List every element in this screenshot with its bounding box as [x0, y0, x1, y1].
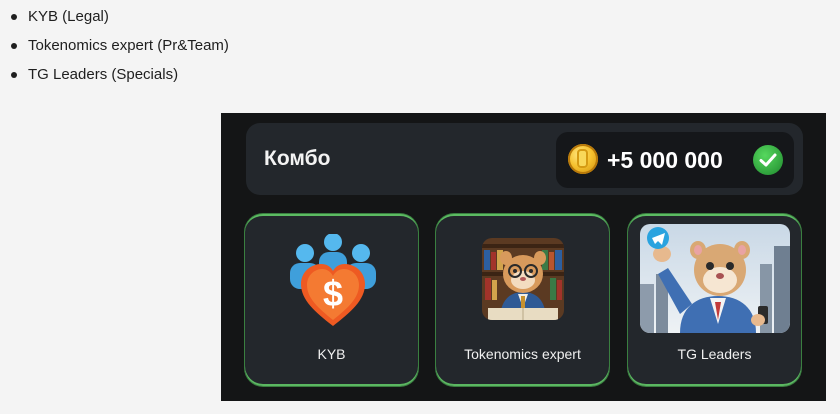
coin-icon: [568, 144, 598, 174]
list-item: KYB (Legal): [10, 6, 229, 35]
hamster-businessman-image: [640, 224, 790, 333]
combo-card-tg-leaders[interactable]: TG Leaders: [628, 214, 801, 386]
combo-card-kyb[interactable]: $ KYB: [245, 214, 418, 386]
combo-card-list: KYB (Legal) Tokenomics expert (Pr&Team) …: [10, 6, 229, 93]
people-dollar-heart-icon: $: [285, 233, 381, 328]
hamster-scholar-image: [482, 238, 564, 320]
card-label: TG Leaders: [677, 346, 752, 362]
check-icon: [753, 145, 783, 175]
list-item: Tokenomics expert (Pr&Team): [10, 35, 229, 64]
combo-reward: +5 000 000: [556, 132, 794, 188]
list-item: TG Leaders (Specials): [10, 64, 229, 93]
combo-title: Комбо: [264, 147, 331, 170]
combo-card-tokenomics-expert[interactable]: Tokenomics expert: [436, 214, 609, 386]
svg-text:$: $: [323, 273, 343, 314]
combo-screenshot: Комбо +5 000 000 $ KYB Tokenomics expert…: [221, 113, 826, 401]
card-label: KYB: [317, 346, 346, 362]
combo-header: Комбо +5 000 000: [246, 123, 803, 195]
reward-amount: +5 000 000: [607, 147, 723, 173]
card-label: Tokenomics expert: [464, 346, 581, 362]
